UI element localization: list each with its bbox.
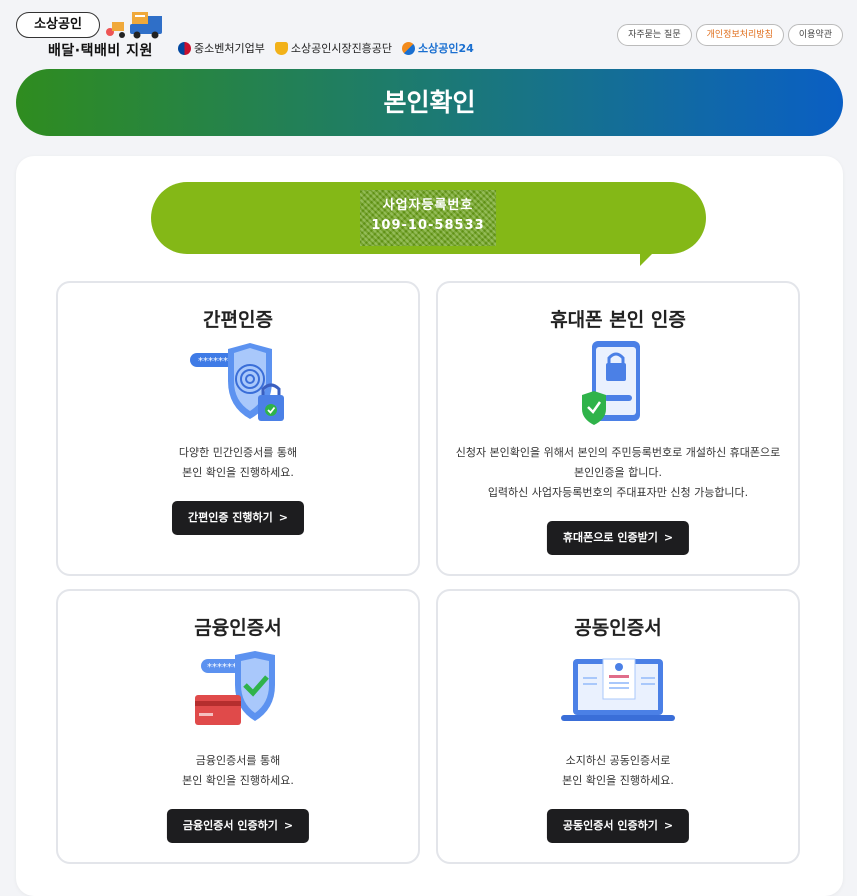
card-simple-auth: 간편인증 ****** 다양한 민간인증서를 통해 본인 확인을 진행하세요. … [56, 281, 420, 576]
taegeuk-icon [178, 41, 191, 55]
chevron-right-icon: > [663, 531, 674, 544]
desc-line: 본인 확인을 진행하세요. [562, 774, 674, 787]
partner-logos: 중소벤처기업부 소상공인시장진흥공단 소상공인24 [178, 40, 474, 56]
card-description: 다양한 민간인증서를 통해 본인 확인을 진행하세요. [58, 443, 418, 483]
simple-auth-button[interactable]: 간편인증 진행하기 > [171, 501, 305, 535]
card-description: 신청자 본인확인을 위해서 본인의 주민등록번호로 개설하신 휴대폰으로 본인인… [438, 443, 798, 503]
partner-mss[interactable]: 중소벤처기업부 [178, 40, 265, 56]
site-logo[interactable]: 소상공인 배달·택배비 지원 [16, 10, 166, 62]
card-phone-auth: 휴대폰 본인 인증 신청자 본인확인을 위해서 본인의 주민등록번호로 개설하신… [436, 281, 800, 576]
svg-text:******: ****** [198, 356, 228, 367]
phone-auth-button[interactable]: 휴대폰으로 인증받기 > [546, 521, 690, 555]
card-shield-check-icon: ****** [195, 651, 275, 725]
notice-line2: 109-10-58533 [371, 218, 485, 233]
desc-line: 입력하신 사업자등록번호의 주대표자만 신청 가능합니다. [487, 486, 749, 499]
svg-text:******: ****** [207, 662, 237, 673]
faq-link[interactable]: 자주묻는 질문 [617, 24, 692, 46]
page-title-banner: 본인확인 [16, 69, 843, 136]
joint-cert-button[interactable]: 공동인증서 인증하기 > [546, 809, 690, 843]
desc-line: 소지하신 공동인증서로 [565, 754, 671, 767]
desc-line: 신청자 본인확인을 위해서 본인의 주민등록번호로 개설하신 휴대폰으로 [455, 446, 781, 459]
business-number-notice: 사업자등록번호 109-10-58533 [360, 190, 496, 246]
delivery-truck-icon [106, 12, 162, 39]
desc-line: 다양한 민간인증서를 통해 [178, 446, 298, 459]
agency-shield-icon [274, 41, 288, 55]
fingerprint-shield-lock-icon: ****** [190, 343, 284, 421]
card-joint-cert: 공동인증서 소지하신 공동인증서로 본인 확인을 진행하세요. 공동인증서 인증… [436, 589, 800, 864]
card-description: 금융인증서를 통해 본인 확인을 진행하세요. [58, 751, 418, 791]
phone-lock-shield-icon [582, 341, 640, 425]
button-label: 금융인증서 인증하기 [182, 819, 278, 832]
card-financial-cert: 금융인증서 ****** 금융인증서를 통해 본인 확인을 진행하세요. 금융인… [56, 589, 420, 864]
card-title: 금융인증서 [194, 617, 282, 639]
desc-line: 본인인증을 합니다. [574, 466, 662, 479]
chevron-right-icon: > [283, 819, 294, 832]
site-header: 소상공인 배달·택배비 지원 중소벤처기업부 소상공인시장진흥공단 소상공인24 [0, 0, 857, 66]
notice-bubble-tail [640, 246, 660, 266]
chevron-right-icon: > [278, 511, 289, 524]
button-label: 공동인증서 인증하기 [562, 819, 658, 832]
desc-line: 본인 확인을 진행하세요. [182, 774, 294, 787]
partner-name: 중소벤처기업부 [194, 42, 265, 55]
terms-link[interactable]: 이용약관 [787, 24, 843, 46]
sbiz24-logo-icon [402, 41, 416, 55]
logo-subtitle: 배달·택배비 지원 [48, 43, 153, 59]
financial-cert-button[interactable]: 금융인증서 인증하기 > [166, 809, 310, 843]
notice-line1: 사업자등록번호 [382, 198, 474, 213]
desc-line: 본인 확인을 진행하세요. [182, 466, 294, 479]
laptop-certificate-icon [561, 658, 675, 721]
partner-name: 소상공인24 [418, 42, 474, 55]
top-links: 자주묻는 질문 개인정보처리방침 이용약관 [617, 24, 843, 46]
card-title: 공동인증서 [574, 617, 662, 639]
partner-semas[interactable]: 소상공인시장진흥공단 [274, 40, 393, 56]
chevron-right-icon: > [663, 819, 674, 832]
card-title: 휴대폰 본인 인증 [550, 309, 686, 331]
logo-title: 소상공인 [16, 12, 100, 38]
privacy-policy-link[interactable]: 개인정보처리방침 [695, 24, 784, 46]
partner-sbiz24[interactable]: 소상공인24 [402, 40, 474, 56]
desc-line: 금융인증서를 통해 [195, 754, 281, 767]
card-title: 간편인증 [203, 309, 273, 331]
partner-name: 소상공인시장진흥공단 [290, 42, 393, 55]
button-label: 간편인증 진행하기 [187, 511, 273, 524]
card-description: 소지하신 공동인증서로 본인 확인을 진행하세요. [438, 751, 798, 791]
button-label: 휴대폰으로 인증받기 [562, 531, 658, 544]
